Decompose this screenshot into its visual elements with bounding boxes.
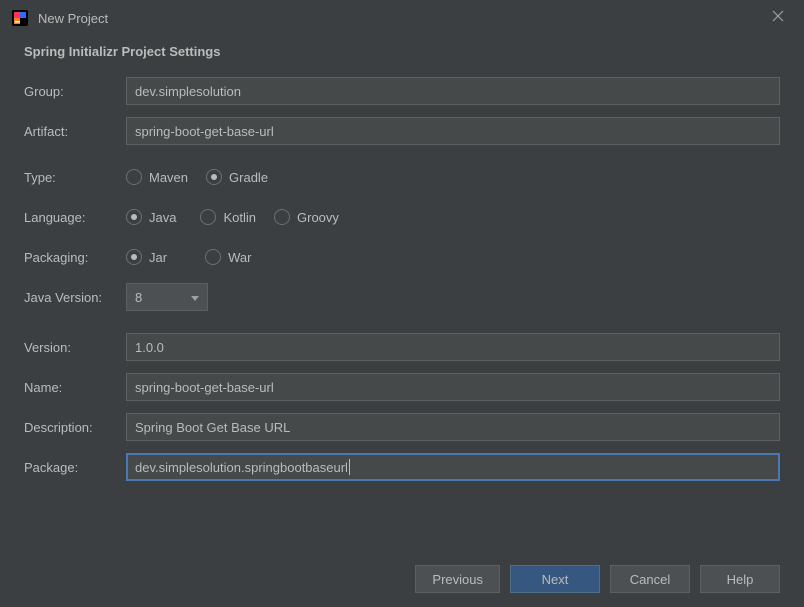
version-label: Version: xyxy=(24,340,126,355)
close-icon[interactable] xyxy=(764,5,792,31)
radio-label: Java xyxy=(149,210,176,225)
version-input[interactable] xyxy=(126,333,780,361)
language-label: Language: xyxy=(24,210,126,225)
text-cursor xyxy=(349,459,350,475)
radio-label: War xyxy=(228,250,251,265)
chevron-down-icon xyxy=(191,290,199,305)
type-radio-group: Maven Gradle xyxy=(126,169,268,185)
radio-icon xyxy=(206,169,222,185)
packaging-radio-group: Jar War xyxy=(126,249,251,265)
radio-icon xyxy=(274,209,290,225)
package-label: Package: xyxy=(24,460,126,475)
page-heading: Spring Initializr Project Settings xyxy=(24,44,780,59)
language-radio-kotlin[interactable]: Kotlin xyxy=(200,209,256,225)
group-input[interactable] xyxy=(126,77,780,105)
language-radio-groovy[interactable]: Groovy xyxy=(274,209,339,225)
artifact-label: Artifact: xyxy=(24,124,126,139)
radio-label: Groovy xyxy=(297,210,339,225)
name-input[interactable] xyxy=(126,373,780,401)
previous-button[interactable]: Previous xyxy=(415,565,500,593)
type-label: Type: xyxy=(24,170,126,185)
radio-label: Maven xyxy=(149,170,188,185)
radio-icon xyxy=(126,249,142,265)
cancel-button[interactable]: Cancel xyxy=(610,565,690,593)
java-version-label: Java Version: xyxy=(24,290,126,305)
name-label: Name: xyxy=(24,380,126,395)
java-version-select[interactable]: 8 xyxy=(126,283,208,311)
radio-label: Jar xyxy=(149,250,167,265)
type-radio-gradle[interactable]: Gradle xyxy=(206,169,268,185)
radio-icon xyxy=(200,209,216,225)
artifact-input[interactable] xyxy=(126,117,780,145)
packaging-label: Packaging: xyxy=(24,250,126,265)
description-input[interactable] xyxy=(126,413,780,441)
button-bar: Previous Next Cancel Help xyxy=(415,565,780,593)
titlebar: New Project xyxy=(0,0,804,36)
radio-icon xyxy=(126,209,142,225)
group-label: Group: xyxy=(24,84,126,99)
help-button[interactable]: Help xyxy=(700,565,780,593)
radio-icon xyxy=(126,169,142,185)
description-label: Description: xyxy=(24,420,126,435)
packaging-radio-jar[interactable]: Jar xyxy=(126,249,167,265)
app-icon xyxy=(12,10,28,26)
package-value: dev.simplesolution.springbootbaseurl xyxy=(135,460,348,475)
language-radio-java[interactable]: Java xyxy=(126,209,176,225)
type-radio-maven[interactable]: Maven xyxy=(126,169,188,185)
next-button[interactable]: Next xyxy=(510,565,600,593)
content-area: Spring Initializr Project Settings Group… xyxy=(0,36,804,481)
language-radio-group: Java Kotlin Groovy xyxy=(126,209,339,225)
window-title: New Project xyxy=(38,11,764,26)
radio-label: Gradle xyxy=(229,170,268,185)
radio-label: Kotlin xyxy=(223,210,256,225)
packaging-radio-war[interactable]: War xyxy=(205,249,251,265)
select-value: 8 xyxy=(135,290,142,305)
package-input[interactable]: dev.simplesolution.springbootbaseurl xyxy=(126,453,780,481)
radio-icon xyxy=(205,249,221,265)
